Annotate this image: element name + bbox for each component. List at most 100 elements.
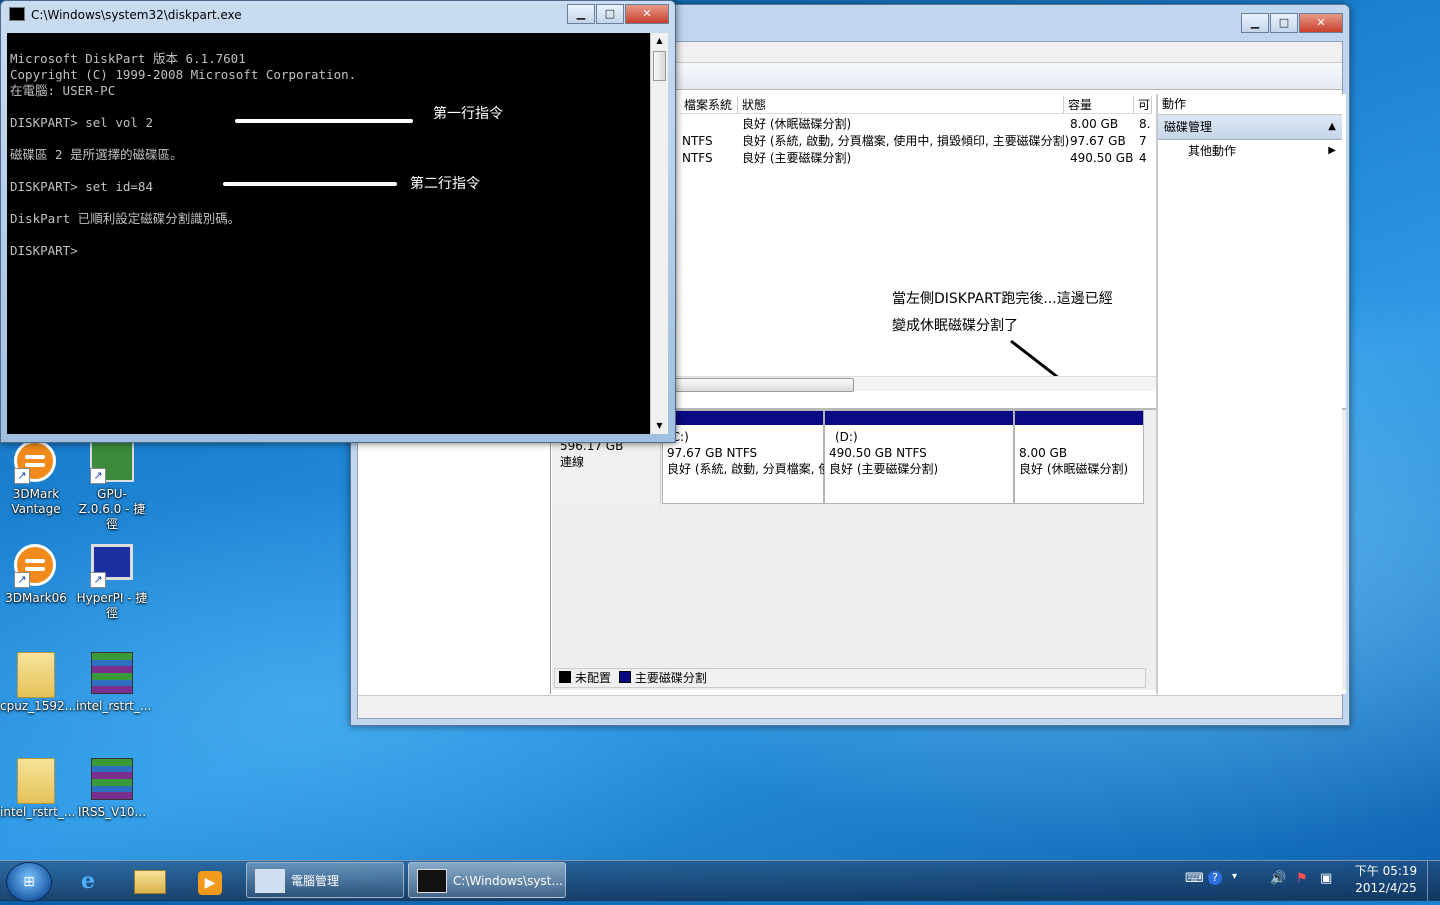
folder-icon xyxy=(14,652,58,698)
folder-icon xyxy=(14,758,58,804)
volume-capacity: 490.50 GB xyxy=(1070,151,1134,165)
desktop-icon-intel-rstrt-2[interactable]: intel_rstrt_... xyxy=(0,758,76,820)
volume-filesystem: NTFS xyxy=(682,151,713,165)
scroll-up-arrow-icon[interactable]: ▲ xyxy=(651,33,668,49)
network-icon[interactable]: ▣ xyxy=(1320,871,1332,886)
winrar-archive-icon xyxy=(90,652,134,696)
desktop-icon-intel-rstrt-1[interactable]: intel_rstrt_... xyxy=(76,652,151,714)
windows-logo-icon: ⊞ xyxy=(23,874,35,890)
partition-name: (C:) xyxy=(667,430,689,444)
scrollbar-thumb[interactable] xyxy=(653,51,666,81)
computer-management-icon xyxy=(255,869,285,893)
console-line: 在電腦: USER-PC xyxy=(10,83,116,98)
partition-status: 良好 (休眠磁碟分割) xyxy=(1019,462,1129,476)
annotation-line-2: 變成休眠磁碟分割了 xyxy=(892,318,1018,334)
primary-swatch xyxy=(618,671,631,683)
desktop-icon-hyperpi[interactable]: ↗ HyperPI - 捷徑 xyxy=(76,544,148,621)
desktop-icon-label: intel_rstrt_... xyxy=(0,805,76,819)
desktop-icon-3dmark06[interactable]: ↗ 3DMark06 xyxy=(0,544,72,606)
show-hidden-icons-icon[interactable]: ▾ xyxy=(1232,871,1237,882)
volume-status: 良好 (系統, 啟動, 分頁檔案, 使用中, 損毀傾印, 主要磁碟分割) xyxy=(742,134,1070,148)
actions-more-actions-label: 其他動作 xyxy=(1188,144,1237,158)
console-line: Microsoft DiskPart 版本 6.1.7601 xyxy=(10,51,246,66)
3dmark-icon: ↗ xyxy=(14,544,58,588)
annotation-second-command: 第二行指令 xyxy=(410,176,480,192)
vertical-scrollbar[interactable]: ▲ ▼ xyxy=(650,33,668,434)
pinned-explorer[interactable] xyxy=(128,864,172,898)
action-center-flag-icon[interactable]: ⚑ xyxy=(1296,871,1308,886)
desktop-icon-irss[interactable]: IRSS_V10... xyxy=(76,758,148,820)
actions-disk-management-label: 磁碟管理 xyxy=(1164,120,1213,134)
partition-primary-bar xyxy=(663,411,823,425)
system-clock[interactable]: 下午 05:19 2012/4/25 xyxy=(1346,863,1426,897)
volume-free: 7 xyxy=(1139,134,1147,148)
scroll-down-arrow-icon[interactable]: ▼ xyxy=(651,418,668,434)
desktop-icon-label: GPU-Z.0.6.0 - 捷徑 xyxy=(78,487,146,531)
partition-size: 97.67 GB NTFS xyxy=(667,446,758,460)
column-header-capacity[interactable]: 容量 xyxy=(1064,96,1134,114)
partition-c[interactable]: (C:) 97.67 GB NTFS 良好 (系統, 啟動, 分頁檔案, 使 xyxy=(662,410,830,504)
partition-status: 良好 (系統, 啟動, 分頁檔案, 使 xyxy=(667,462,831,476)
volume-free: 8. xyxy=(1139,117,1151,131)
volume-filesystem: NTFS xyxy=(682,134,713,148)
console-line: DISKPART> set id=84 xyxy=(10,179,153,194)
help-icon[interactable]: ? xyxy=(1208,871,1222,885)
taskbar-button-computer-management[interactable]: 電腦管理 xyxy=(246,862,404,898)
diskpart-console-window[interactable]: C:\Windows\system32\diskpart.exe ▁ □ ✕ M… xyxy=(0,0,676,443)
volume-capacity: 97.67 GB xyxy=(1070,134,1126,148)
desktop-icon-label: HyperPI - 捷徑 xyxy=(76,591,148,620)
winrar-archive-icon xyxy=(90,758,134,802)
actions-header: 動作 xyxy=(1158,94,1342,115)
desktop-icon-3dmark-vantage[interactable]: ↗ 3DMark Vantage xyxy=(0,440,72,517)
volume-icon[interactable]: 🔊 xyxy=(1270,871,1286,886)
clock-time: 下午 05:19 xyxy=(1354,864,1418,878)
status-bar xyxy=(358,695,1342,718)
minimize-button[interactable]: ▁ xyxy=(567,4,595,24)
maximize-button[interactable]: □ xyxy=(1270,13,1298,33)
pinned-media-player[interactable]: ▶ xyxy=(188,864,232,898)
pinned-internet-explorer[interactable]: e xyxy=(66,864,110,898)
taskbar-button-label: C:\Windows\syst... xyxy=(453,874,563,888)
console-line: 磁碟區 2 是所選擇的磁碟區。 xyxy=(10,147,183,162)
minimize-button[interactable]: ▁ xyxy=(1241,13,1269,33)
console-line: Copyright (C) 1999-2008 Microsoft Corpor… xyxy=(10,67,357,82)
partition-hibernation[interactable]: 8.00 GB 良好 (休眠磁碟分割) xyxy=(1014,410,1144,504)
volume-status: 良好 (主要磁碟分割) xyxy=(742,151,852,165)
window-title-text: C:\Windows\system32\diskpart.exe xyxy=(31,8,242,22)
console-output[interactable]: Microsoft DiskPart 版本 6.1.7601 Copyright… xyxy=(7,33,650,434)
taskbar-button-diskpart[interactable]: C:\Windows\syst... xyxy=(408,862,566,898)
desktop-icon-label: cpuz_1592... xyxy=(0,699,77,713)
annotation-line-1: 當左側DISKPART跑完後...這邊已經 xyxy=(892,291,1113,307)
annotation-underline-2 xyxy=(223,182,397,186)
desktop-icon-gpuz[interactable]: ↗ GPU-Z.0.6.0 - 捷徑 xyxy=(76,440,148,532)
close-button[interactable]: ✕ xyxy=(1299,13,1343,33)
gpu-chip-icon: ↗ xyxy=(90,440,134,484)
disk-legend: 未配置 主要磁碟分割 xyxy=(554,668,1146,688)
start-button[interactable]: ⊞ xyxy=(6,862,52,902)
desktop-icon-cpuz[interactable]: cpuz_1592... xyxy=(0,652,76,714)
unallocated-swatch xyxy=(559,671,571,683)
submenu-arrow-icon: ▶ xyxy=(1328,145,1336,156)
legend-primary: 主要磁碟分割 xyxy=(634,671,707,685)
show-desktop-button[interactable] xyxy=(1427,861,1440,901)
actions-more-actions[interactable]: 其他動作 ▶ xyxy=(1158,140,1342,162)
actions-disk-management[interactable]: 磁碟管理 ▲ xyxy=(1158,115,1342,140)
media-player-icon: ▶ xyxy=(198,871,222,895)
collapse-arrow-icon[interactable]: ▲ xyxy=(1328,115,1336,139)
close-button[interactable]: ✕ xyxy=(625,4,669,24)
partition-name xyxy=(1019,429,1128,445)
keyboard-icon[interactable]: ⌨ xyxy=(1185,871,1204,886)
volume-free: 4 xyxy=(1139,151,1147,165)
partition-size: 8.00 GB xyxy=(1019,446,1068,460)
column-header-filesystem[interactable]: 檔案系統 xyxy=(680,96,738,114)
desktop-icon-label: 3DMark06 xyxy=(5,591,67,605)
disk-state: 連線 xyxy=(560,455,585,469)
annotation-underline-1 xyxy=(235,119,413,123)
partition-d[interactable]: (D:) 490.50 GB NTFS 良好 (主要磁碟分割) xyxy=(824,410,1014,504)
volume-status: 良好 (休眠磁碟分割) xyxy=(742,117,852,131)
column-header-free[interactable]: 可 xyxy=(1134,96,1152,114)
computer-icon: ↗ xyxy=(90,544,134,588)
maximize-button[interactable]: □ xyxy=(596,4,624,24)
folder-icon xyxy=(134,870,166,894)
column-header-status[interactable]: 狀態 xyxy=(738,96,1064,114)
